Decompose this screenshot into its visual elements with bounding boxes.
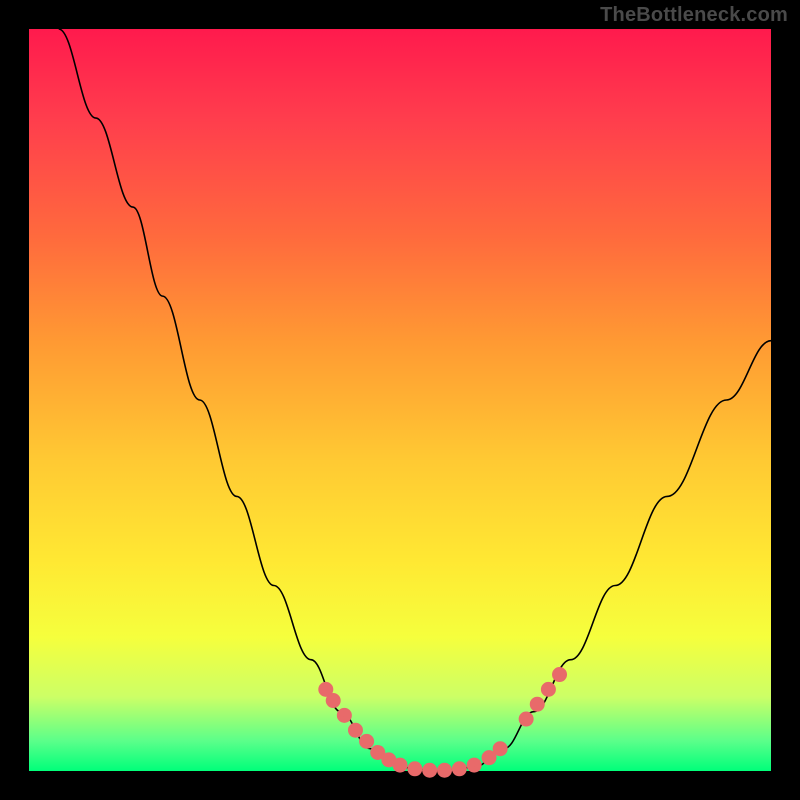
curve-marker xyxy=(373,748,382,757)
curve-marker xyxy=(440,766,449,775)
curve-marker xyxy=(522,715,531,724)
curve-marker xyxy=(340,711,349,720)
chart-frame: TheBottleneck.com xyxy=(0,0,800,800)
curve-marker xyxy=(496,744,505,753)
curve-marker xyxy=(425,766,434,775)
curve-marker xyxy=(455,764,464,773)
curve-marker xyxy=(410,764,419,773)
plot-area xyxy=(29,29,771,771)
curve-marker xyxy=(396,761,405,770)
curve-marker xyxy=(351,726,360,735)
curve-marker xyxy=(362,737,371,746)
curve-markers xyxy=(321,670,564,775)
curve-marker xyxy=(470,761,479,770)
attribution-text: TheBottleneck.com xyxy=(600,4,788,27)
curve-marker xyxy=(384,755,393,764)
curve-marker xyxy=(544,685,553,694)
curve-marker xyxy=(533,700,542,709)
curve-marker xyxy=(321,685,330,694)
bottleneck-curve xyxy=(29,29,771,771)
curve-marker xyxy=(329,696,338,705)
curve-line xyxy=(59,29,771,771)
curve-marker xyxy=(555,670,564,679)
curve-marker xyxy=(485,753,494,762)
